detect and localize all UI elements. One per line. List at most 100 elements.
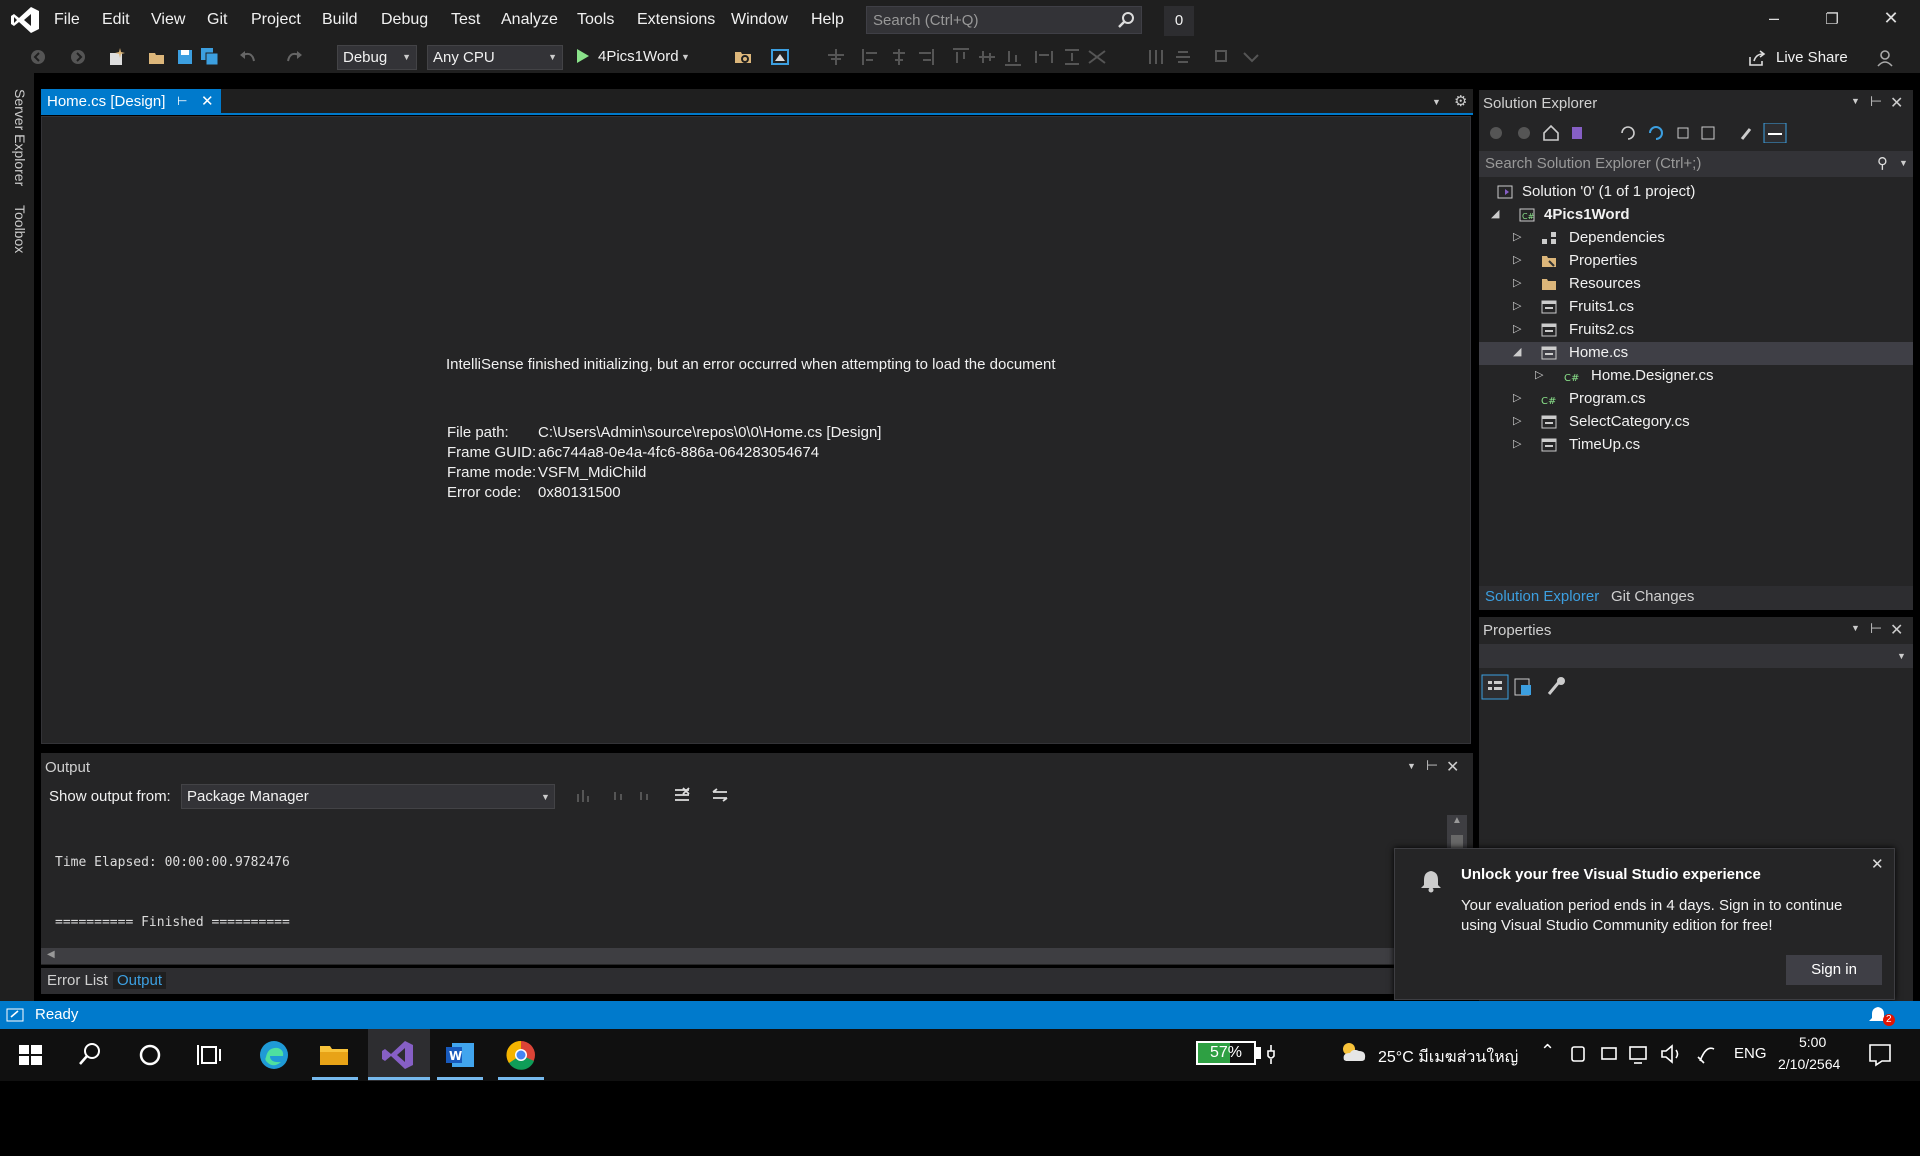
search-icon[interactable] — [72, 1037, 108, 1073]
tree-item-dependencies[interactable]: ▷ Dependencies — [1479, 227, 1913, 250]
weather-text[interactable]: 25°C มีเมฆส่วนใหญ่ — [1378, 1045, 1518, 1070]
scroll-left-icon[interactable]: ◀ — [47, 949, 55, 960]
search-options-chevron-icon[interactable]: ▼ — [1899, 158, 1908, 168]
minimize-button[interactable]: – — [1754, 8, 1794, 34]
scrollbar-thumb[interactable] — [1451, 835, 1463, 849]
view-designer-icon[interactable] — [770, 47, 790, 67]
collapsed-chevron-icon[interactable]: ▷ — [1513, 276, 1521, 289]
collapsed-chevron-icon[interactable]: ▷ — [1535, 368, 1543, 381]
feedback-person-icon[interactable] — [1876, 48, 1896, 68]
collapsed-chevron-icon[interactable]: ▷ — [1513, 322, 1521, 335]
pin-panel-icon[interactable]: ⊢ — [1870, 620, 1882, 637]
save-all-icon[interactable] — [200, 47, 220, 67]
sign-in-button[interactable]: Sign in — [1786, 955, 1882, 985]
properties-object-selector[interactable]: ▼ — [1479, 644, 1913, 668]
folder-search-icon[interactable] — [733, 47, 753, 67]
new-project-icon[interactable] — [106, 47, 126, 67]
close-tab-icon[interactable]: ✕ — [201, 92, 214, 110]
task-view-icon[interactable] — [192, 1037, 228, 1073]
output-toolbar[interactable] — [575, 786, 735, 806]
system-tray-icons[interactable] — [1568, 1043, 1718, 1065]
collapsed-chevron-icon[interactable]: ▷ — [1513, 437, 1521, 450]
tab-list-dropdown-icon[interactable]: ▼ — [1432, 97, 1441, 107]
solution-configuration-dropdown[interactable]: Debug ▼ — [337, 45, 417, 70]
tree-item-project[interactable]: ◢ C# 4Pics1Word — [1479, 204, 1913, 227]
menu-project[interactable]: Project — [251, 11, 301, 29]
menu-window[interactable]: Window — [731, 11, 788, 29]
menu-file[interactable]: File — [54, 11, 80, 29]
cortana-icon[interactable] — [132, 1037, 168, 1073]
weather-partly-cloudy-icon[interactable] — [1338, 1040, 1368, 1064]
notification-count-badge[interactable]: 0 — [1164, 6, 1194, 36]
tree-item-resources[interactable]: ▷ Resources — [1479, 273, 1913, 296]
run-target-chevron-icon[interactable]: ▼ — [681, 52, 690, 62]
expanded-chevron-icon[interactable]: ◢ — [1513, 345, 1521, 358]
tree-item-fruits1[interactable]: ▷ Fruits1.cs — [1479, 296, 1913, 319]
collapsed-chevron-icon[interactable]: ▷ — [1513, 391, 1521, 404]
scroll-up-icon[interactable]: ▲ — [1452, 815, 1462, 826]
menu-build[interactable]: Build — [322, 11, 358, 29]
live-share-icon[interactable] — [1748, 49, 1766, 67]
undo-icon[interactable] — [238, 47, 258, 67]
battery-indicator[interactable]: 57% — [1196, 1041, 1256, 1065]
tree-item-home[interactable]: ◢ Home.cs — [1479, 342, 1913, 365]
tab-settings-gear-icon[interactable]: ⚙ — [1454, 92, 1467, 110]
windows-start-icon[interactable] — [12, 1037, 48, 1073]
close-panel-icon[interactable]: ✕ — [1890, 620, 1903, 640]
search-input[interactable]: Search (Ctrl+Q) — [866, 6, 1142, 34]
solution-platform-dropdown[interactable]: Any CPU ▼ — [427, 45, 563, 70]
expanded-chevron-icon[interactable]: ◢ — [1491, 207, 1499, 220]
tree-item-program[interactable]: ▷ C# Program.cs — [1479, 388, 1913, 411]
collapsed-chevron-icon[interactable]: ▷ — [1513, 253, 1521, 266]
server-explorer-tab[interactable]: Server Explorer — [12, 89, 28, 186]
tab-home-design[interactable]: Home.cs [Design] ⊢ ✕ — [41, 89, 221, 115]
clock-time[interactable]: 5:00 — [1799, 1034, 1826, 1050]
collapsed-chevron-icon[interactable]: ▷ — [1513, 230, 1521, 243]
properties-toolbar[interactable] — [1481, 674, 1571, 700]
toolbox-tab[interactable]: Toolbox — [12, 205, 28, 253]
panel-dropdown-icon[interactable]: ▼ — [1851, 623, 1860, 633]
tab-error-list[interactable]: Error List — [47, 972, 108, 989]
edge-browser-icon[interactable] — [256, 1037, 292, 1073]
close-notification-icon[interactable]: ✕ — [1871, 855, 1884, 873]
input-language[interactable]: ENG — [1734, 1045, 1767, 1062]
tab-git-changes[interactable]: Git Changes — [1611, 588, 1694, 605]
save-icon[interactable] — [175, 47, 195, 67]
close-window-button[interactable]: ✕ — [1871, 8, 1911, 34]
visual-studio-taskbar-icon[interactable] — [380, 1037, 416, 1073]
collapsed-chevron-icon[interactable]: ▷ — [1513, 299, 1521, 312]
live-share-button[interactable]: Live Share — [1776, 49, 1848, 66]
start-debugging-icon[interactable] — [576, 48, 590, 64]
menu-help[interactable]: Help — [811, 11, 844, 29]
menu-git[interactable]: Git — [207, 11, 227, 29]
pin-panel-icon[interactable]: ⊢ — [1426, 757, 1438, 774]
restore-button[interactable]: ❐ — [1812, 10, 1852, 36]
clock-date[interactable]: 2/10/2564 — [1778, 1056, 1840, 1072]
show-hidden-icons-chevron-icon[interactable]: ⌃ — [1540, 1041, 1555, 1062]
chrome-icon[interactable] — [503, 1037, 539, 1073]
tab-solution-explorer[interactable]: Solution Explorer — [1485, 588, 1599, 605]
pin-tab-icon[interactable]: ⊢ — [177, 94, 187, 108]
navigate-forward-icon[interactable] — [68, 47, 88, 67]
panel-dropdown-icon[interactable]: ▼ — [1851, 96, 1860, 106]
menu-edit[interactable]: Edit — [102, 11, 130, 29]
menu-view[interactable]: View — [151, 11, 185, 29]
output-source-dropdown[interactable]: Package Manager ▼ — [181, 784, 555, 809]
output-horizontal-scrollbar[interactable]: ◀ — [41, 948, 1441, 964]
collapsed-chevron-icon[interactable]: ▷ — [1513, 414, 1521, 427]
start-debugging-button[interactable]: 4Pics1Word — [598, 48, 679, 65]
panel-dropdown-icon[interactable]: ▼ — [1407, 761, 1416, 771]
menu-debug[interactable]: Debug — [381, 11, 428, 29]
tree-item-select-category[interactable]: ▷ SelectCategory.cs — [1479, 411, 1913, 434]
close-panel-icon[interactable]: ✕ — [1890, 93, 1903, 113]
menu-extensions[interactable]: Extensions — [637, 11, 715, 29]
tree-item-properties[interactable]: ▷ Properties — [1479, 250, 1913, 273]
word-icon[interactable]: W — [442, 1037, 478, 1073]
menu-analyze[interactable]: Analyze — [501, 11, 558, 29]
menu-test[interactable]: Test — [451, 11, 480, 29]
pin-panel-icon[interactable]: ⊢ — [1870, 93, 1882, 110]
solution-explorer-toolbar[interactable] — [1488, 123, 1788, 143]
file-explorer-icon[interactable] — [316, 1037, 352, 1073]
action-center-icon[interactable] — [1868, 1043, 1892, 1067]
navigate-back-icon[interactable] — [28, 47, 48, 67]
